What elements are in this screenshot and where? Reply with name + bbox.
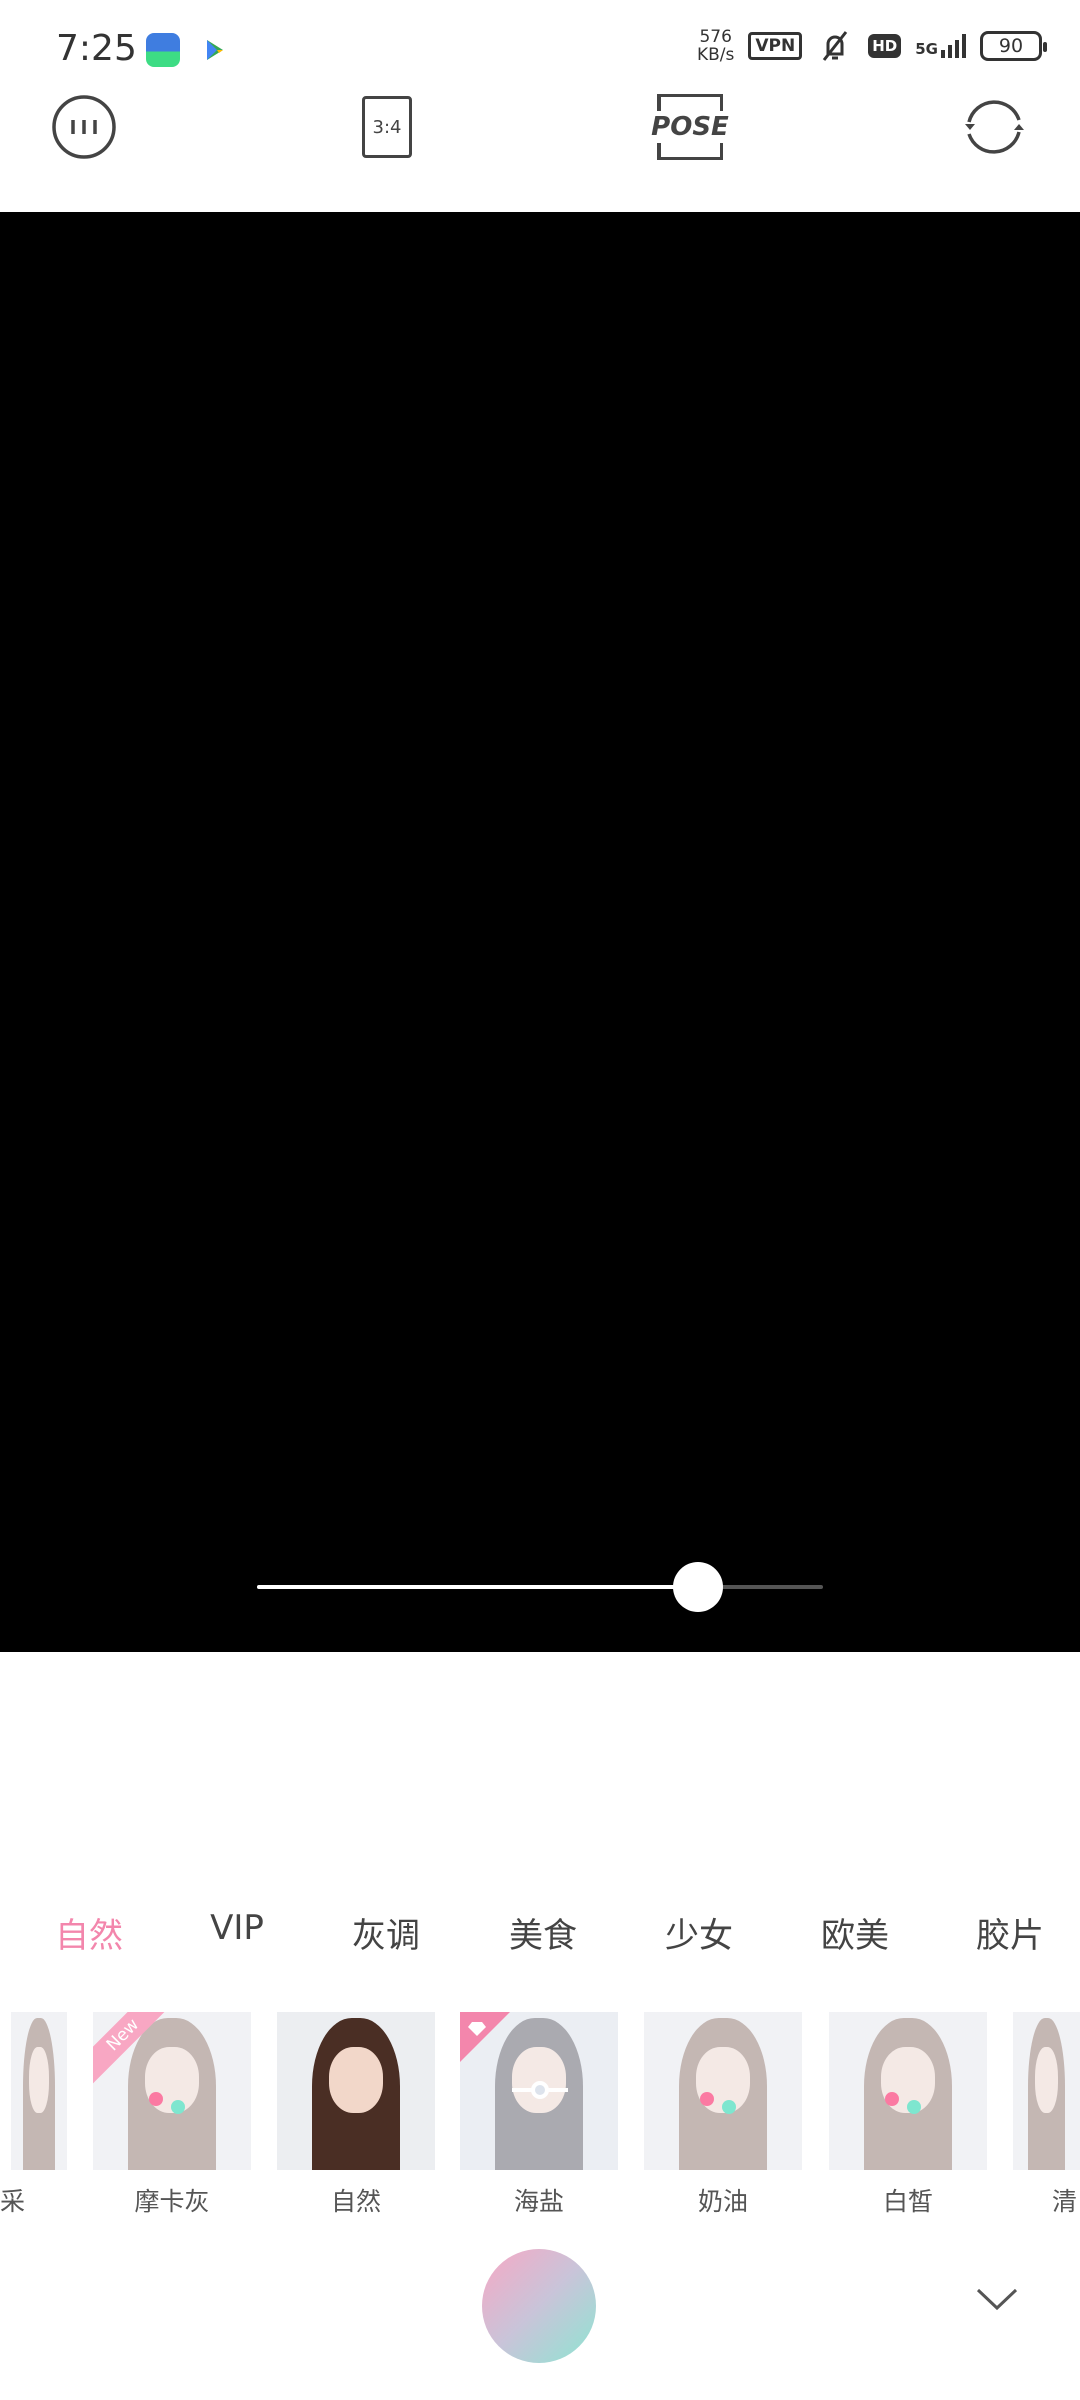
net-speed-unit: KB/s	[696, 45, 735, 65]
filter-tile[interactable]	[11, 2012, 67, 2170]
tab-6[interactable]: 胶片	[976, 1908, 1044, 1957]
filter-tile[interactable]	[277, 2012, 435, 2170]
chevron-down-icon	[976, 2288, 1018, 2311]
tab-3[interactable]: 美食	[509, 1908, 577, 1957]
filter-tile[interactable]	[829, 2012, 987, 2170]
pose-label: POSE	[651, 112, 729, 142]
net-speed: 576 KB/s	[697, 28, 734, 64]
battery-level: 90	[998, 35, 1024, 57]
filter-thumbnail	[1013, 2012, 1080, 2170]
zoom-slider-fill	[257, 1585, 699, 1589]
tab-5[interactable]: 欧美	[821, 1908, 889, 1957]
filter-label: 摩卡灰	[134, 2187, 210, 2216]
play-store-icon	[198, 33, 232, 67]
menu-circle-icon	[52, 95, 116, 159]
filter-label: 奶油	[697, 2187, 748, 2216]
mint-dot-icon	[171, 2100, 185, 2114]
android-app-icon	[146, 33, 180, 67]
mint-dot-icon	[722, 2100, 736, 2114]
pink-dot-icon	[700, 2092, 714, 2106]
pink-dot-icon	[149, 2092, 163, 2106]
ratio-label: 3:4	[362, 96, 412, 158]
filter-thumbnail	[11, 2012, 67, 2170]
filter-category-tabs: 自然 VIP 灰调 美食 少女 欧美 胶片	[0, 1908, 1080, 1968]
filter-tile[interactable]	[1013, 2012, 1080, 2170]
tab-2[interactable]: 灰调	[352, 1908, 420, 1957]
camera-preview[interactable]	[0, 212, 1080, 1652]
mint-dot-icon	[907, 2100, 921, 2114]
filter-label: 自然	[330, 2187, 381, 2216]
network-type: 5G	[915, 40, 938, 58]
tab-0[interactable]: 自然	[55, 1908, 123, 1957]
filter-label: 清	[1052, 2187, 1078, 2216]
pink-dot-icon	[885, 2092, 899, 2106]
filter-thumbnail	[277, 2012, 435, 2170]
filter-label: 白皙	[882, 2187, 933, 2216]
battery-icon: 90	[980, 31, 1047, 61]
tab-4[interactable]: 少女	[665, 1908, 733, 1957]
filter-tile[interactable]	[460, 2012, 618, 2170]
net-speed-value: 576	[699, 27, 732, 47]
mute-bell-icon	[823, 31, 848, 61]
filter-label: 采	[0, 2187, 26, 2216]
hd-icon: HD	[868, 34, 902, 58]
vpn-icon: VPN	[748, 32, 803, 60]
signal-icon: 5G	[915, 34, 966, 58]
menu-button[interactable]	[49, 92, 119, 162]
filter-tile[interactable]: New	[93, 2012, 251, 2170]
switch-camera-icon	[965, 100, 1024, 154]
switch-camera-button[interactable]	[959, 92, 1029, 162]
filter-label: 海盐	[513, 2187, 564, 2216]
filter-thumbnail	[829, 2012, 987, 2170]
shutter-button[interactable]	[482, 2249, 596, 2363]
tab-1[interactable]: VIP	[210, 1908, 264, 1948]
vip-diamond-icon	[460, 2012, 510, 2062]
filter-tile[interactable]	[644, 2012, 802, 2170]
status-time: 7:25	[56, 28, 137, 69]
adjust-slider-icon	[512, 2081, 568, 2099]
filter-thumbnail	[644, 2012, 802, 2170]
pose-button[interactable]: POSE	[651, 92, 729, 162]
collapse-button[interactable]	[972, 2280, 1022, 2320]
aspect-ratio-button[interactable]: 3:4	[352, 92, 422, 162]
